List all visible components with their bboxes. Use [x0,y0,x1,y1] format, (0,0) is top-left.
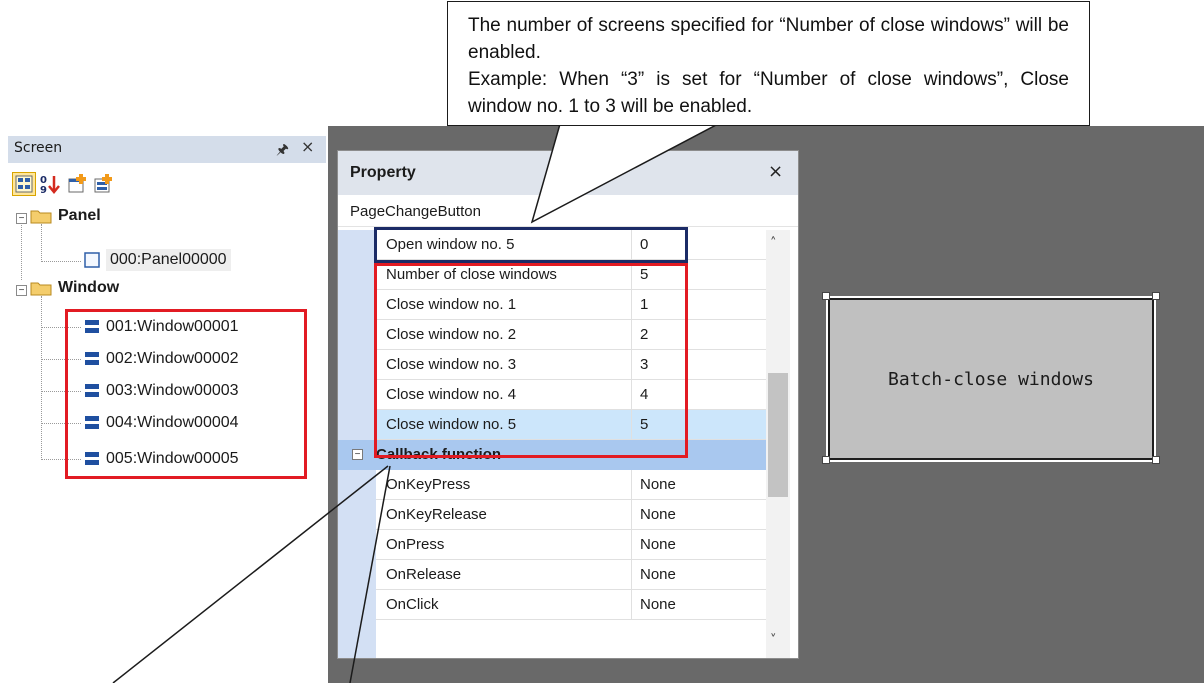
property-value[interactable]: None [640,596,676,613]
tree-folder-label: Panel [58,207,101,224]
add-window-icon[interactable] [92,172,116,196]
property-value[interactable]: None [640,506,676,523]
collapse-icon[interactable]: − [352,449,363,460]
tree-folder-label: Window [58,279,120,296]
property-name: OnRelease [386,566,462,583]
svg-text:9: 9 [40,185,47,195]
close-windows-highlight [374,263,688,458]
screen-toolbar: 09 [8,166,326,202]
scroll-down-icon[interactable]: ˅ [770,633,777,648]
resize-handle[interactable] [822,292,830,300]
window-collapse-icon[interactable]: − [16,285,27,296]
property-value[interactable]: None [640,566,676,583]
scroll-thumb[interactable] [768,373,788,497]
property-name: OnClick [386,596,439,613]
add-panel-icon[interactable] [66,172,90,196]
object-name: PageChangeButton [350,203,481,220]
callout-text: The number of screens specified for “Num… [468,15,1069,63]
folder-icon [30,210,52,223]
property-row[interactable]: OnPress None [376,530,766,560]
property-scrollbar[interactable]: ˄ ˅ [766,230,790,658]
folder-icon [30,282,52,295]
property-name: OnPress [386,536,445,553]
pin-icon[interactable]: 🖈︎ [276,139,289,163]
callout-box: The number of screens specified for “Num… [447,1,1090,126]
object-name-row: PageChangeButton [338,197,798,227]
callout-text: Example: When “3” is set for “Number of … [468,69,1069,117]
screen-list-icon[interactable] [12,172,36,196]
property-name: OnKeyRelease [386,506,487,523]
close-icon[interactable]: × [301,137,314,156]
tree-item-panel[interactable]: 000:Panel00000 [84,246,231,274]
resize-handle[interactable] [822,456,830,464]
property-name: OnKeyPress [386,476,471,493]
screen-panel-title: Screen [14,140,63,156]
panel-screen-icon [84,252,100,268]
property-row[interactable]: OnClick None [376,590,766,620]
property-row[interactable]: OnKeyRelease None [376,500,766,530]
scroll-up-icon[interactable]: ˄ [770,236,777,251]
resize-handle[interactable] [1152,292,1160,300]
property-title: Property [350,164,416,181]
property-value[interactable]: None [640,476,676,493]
property-value[interactable]: None [640,536,676,553]
tree-item-label: 000:Panel00000 [106,249,231,271]
screen-panel-titlebar: Screen 🖈︎ × [8,136,326,163]
property-row[interactable]: OnRelease None [376,560,766,590]
window-items-highlight [65,309,307,479]
open-window-highlight [374,227,688,263]
tree-folder-panel[interactable]: Panel [30,202,101,230]
panel-collapse-icon[interactable]: − [16,213,27,224]
property-header: Property × [338,151,798,195]
resize-handle[interactable] [1152,456,1160,464]
batch-close-windows-label: Batch-close windows [888,368,1094,390]
property-row[interactable]: OnKeyPress None [376,470,766,500]
batch-close-windows-button[interactable]: Batch-close windows [826,296,1156,462]
sort-number-icon[interactable]: 09 [38,172,62,196]
tree-folder-window[interactable]: Window [30,274,119,302]
close-icon[interactable]: × [768,161,783,182]
